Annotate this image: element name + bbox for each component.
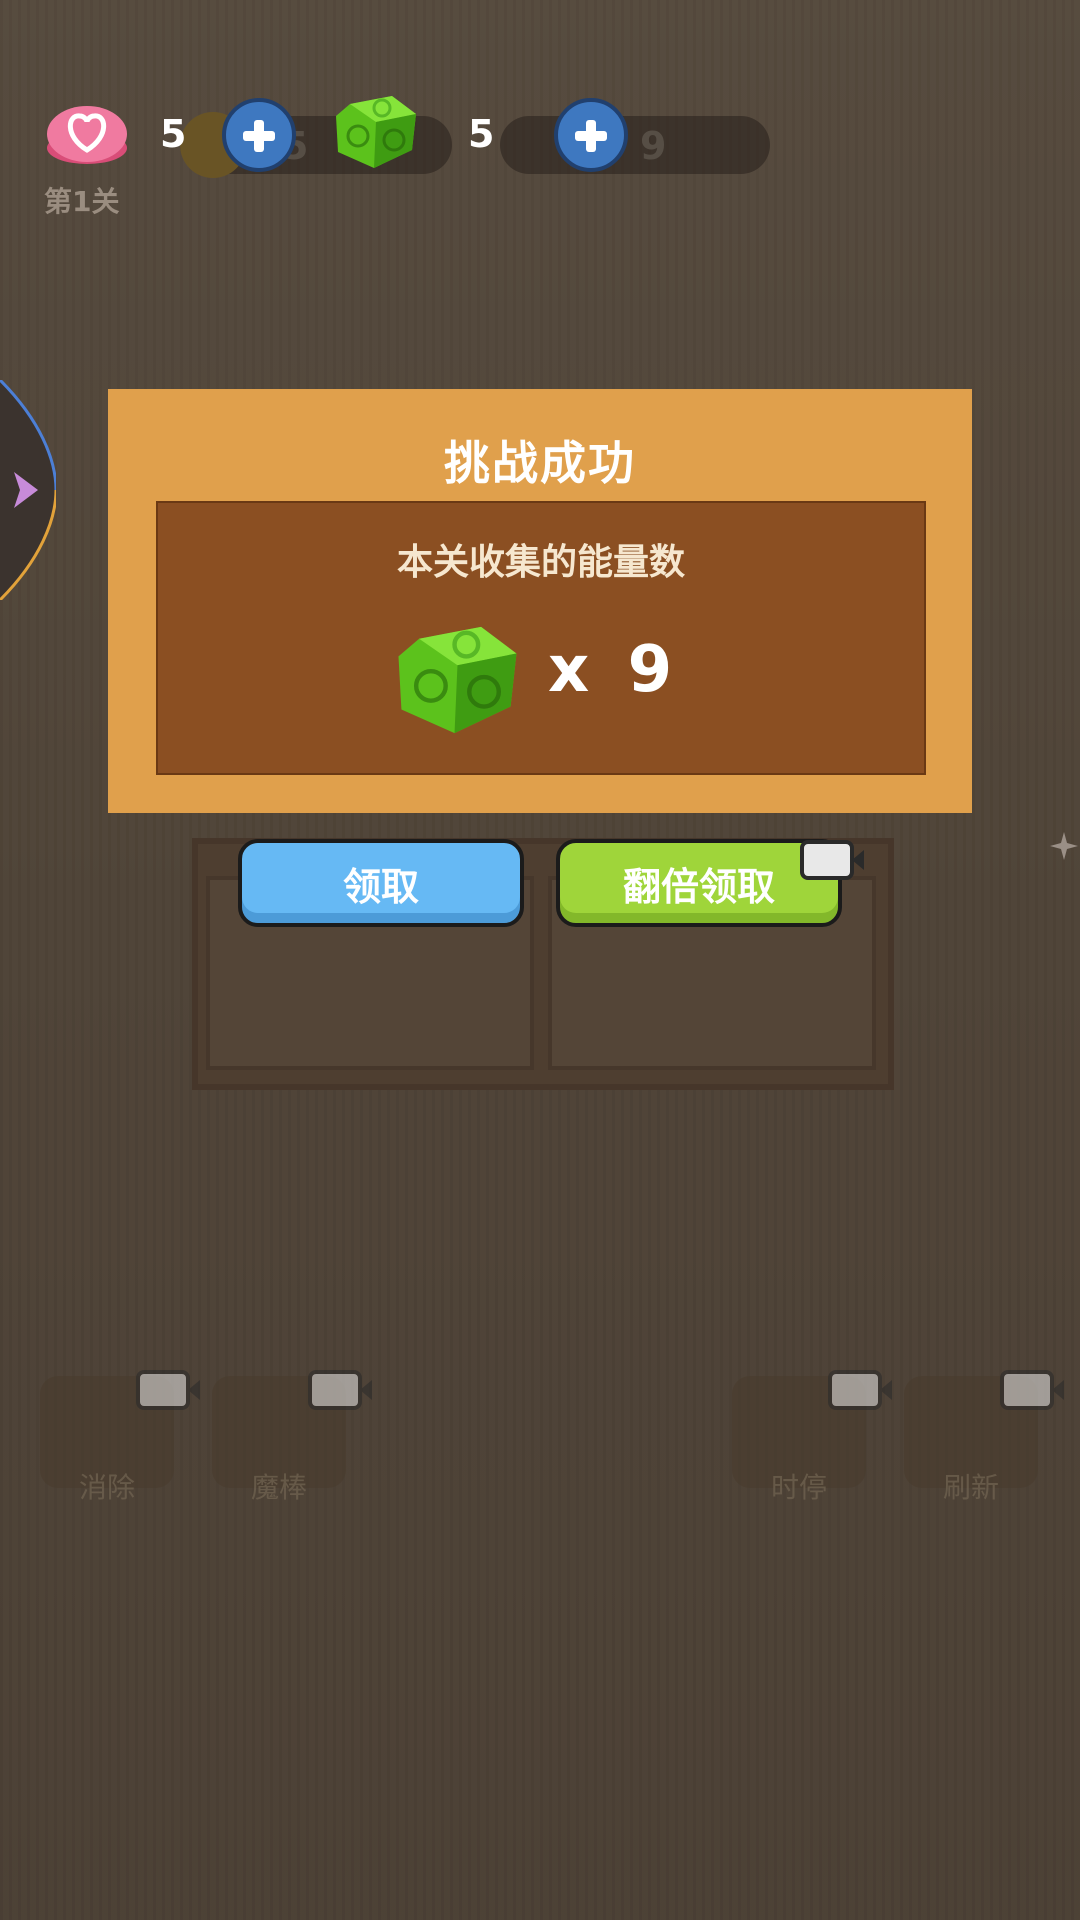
video-icon (800, 840, 864, 880)
energy-count: 5 (468, 112, 495, 156)
video-icon (1000, 1370, 1064, 1410)
arrow-right-icon[interactable] (0, 380, 56, 600)
challenge-success-dialog: 挑战成功 本关收集的能量数 x 9 (108, 389, 972, 813)
add-lives-button[interactable] (222, 98, 296, 172)
level-label: 第1关 (44, 185, 120, 218)
video-icon (308, 1370, 372, 1410)
video-icon (828, 1370, 892, 1410)
lives-count: 5 (160, 112, 187, 156)
reward-panel: 本关收集的能量数 x 9 (156, 501, 926, 775)
reward-count: x 9 (548, 633, 681, 707)
heart-icon (47, 106, 127, 164)
sparkle-icon (1050, 832, 1078, 860)
dialog-title: 挑战成功 (444, 436, 636, 490)
energy-cube-icon (398, 626, 517, 734)
add-energy-button[interactable] (554, 98, 628, 172)
video-icon (136, 1370, 200, 1410)
reward-description: 本关收集的能量数 (396, 542, 685, 583)
claim-button[interactable]: 领取 (238, 839, 524, 927)
modal-backdrop (0, 0, 1080, 1920)
energy-cube-icon (336, 96, 416, 168)
